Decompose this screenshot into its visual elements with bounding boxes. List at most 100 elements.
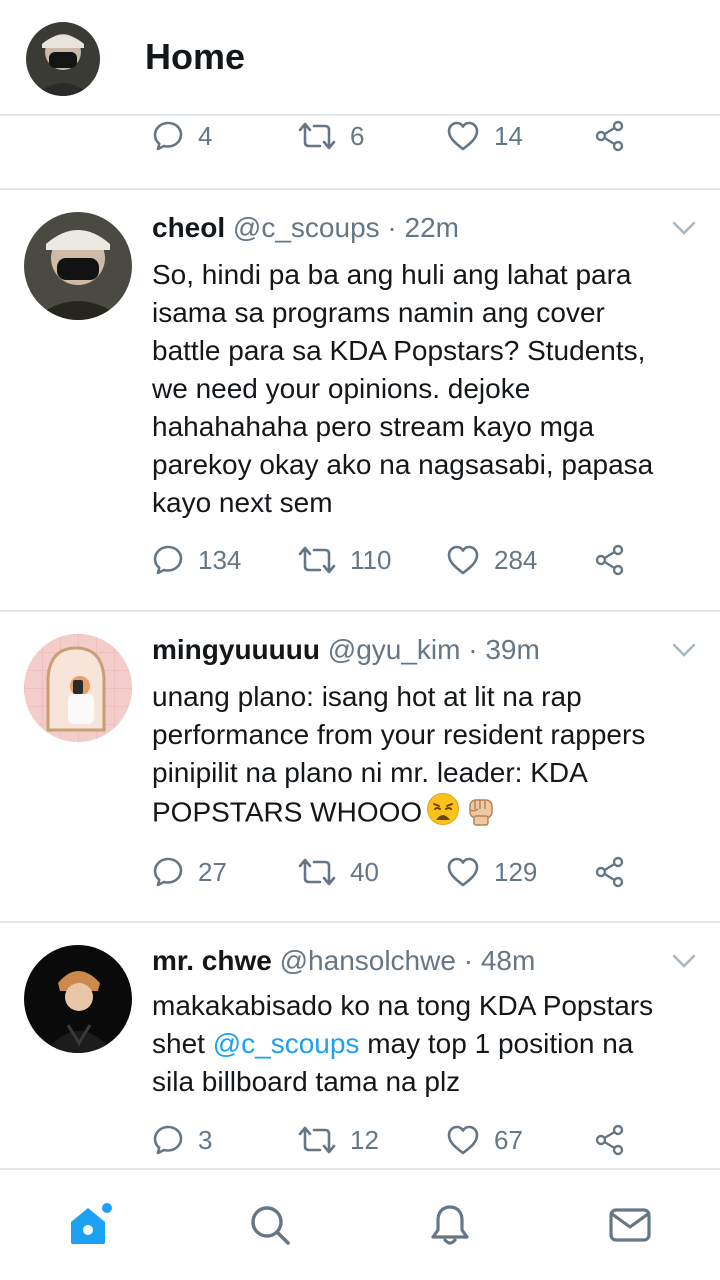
tweet-text: So, hindi pa ba ang huli ang lahat para … <box>152 256 697 522</box>
tweet-actions: 4 6 14 <box>0 106 720 166</box>
retweet-button[interactable]: 40 <box>298 842 379 902</box>
reply-button[interactable]: 4 <box>152 106 212 166</box>
page-title: Home <box>145 36 246 77</box>
text-line: hahahahaha pero stream kayo mga <box>152 411 595 442</box>
like-button[interactable]: 67 <box>446 1110 523 1170</box>
top-app-bar: Home <box>0 0 720 116</box>
notifications-icon <box>431 1205 469 1245</box>
retweet-icon <box>298 1126 336 1154</box>
divider <box>0 188 720 190</box>
reply-button[interactable]: 3 <box>152 1110 212 1170</box>
avatar[interactable] <box>24 634 132 742</box>
tweet-text: makakabisado ko na tong KDA Popstars she… <box>152 987 697 1101</box>
chevron-down-icon <box>672 221 696 235</box>
nav-home[interactable] <box>0 1170 180 1280</box>
username: @gyu_kim <box>327 634 461 665</box>
text-line: POPSTARS WHOOO <box>152 792 697 836</box>
reply-icon <box>153 121 183 151</box>
like-icon <box>447 121 479 151</box>
retweet-count: 40 <box>350 856 379 887</box>
retweet-count: 12 <box>350 1124 379 1155</box>
reply-icon <box>153 857 183 887</box>
text-line: sila billboard tama na plz <box>152 1066 461 1097</box>
retweet-button[interactable]: 110 <box>298 530 391 590</box>
separator: · <box>455 945 481 976</box>
reply-count: 4 <box>198 120 213 151</box>
like-count: 129 <box>494 856 538 887</box>
avatar[interactable] <box>24 945 132 1053</box>
text-fragment: may top 1 position na <box>367 1028 634 1059</box>
text-line: parekoy okay ako na nagsasabi, papasa <box>152 449 654 480</box>
mention-link[interactable]: @c_scoups <box>213 1028 360 1059</box>
text-fragment: shet <box>152 1028 205 1059</box>
display-name[interactable]: cheol <box>152 212 225 243</box>
share-icon <box>595 856 624 888</box>
nav-messages[interactable] <box>540 1170 720 1280</box>
tweet-menu-button[interactable] <box>670 218 698 243</box>
weary-face-emoji <box>426 792 460 836</box>
timestamp: 48m <box>480 945 536 976</box>
retweet-count: 6 <box>350 120 365 151</box>
like-icon <box>447 857 479 887</box>
like-button[interactable]: 284 <box>446 530 537 590</box>
bottom-navigation <box>0 1168 720 1280</box>
home-icon <box>71 1203 112 1244</box>
share-icon <box>595 544 624 576</box>
reply-button[interactable]: 134 <box>152 530 241 590</box>
tweet-header: cheol @c_scoups · 22m <box>152 208 459 248</box>
tweet-actions: 3 12 67 <box>0 1110 720 1170</box>
tweet-menu-button[interactable] <box>670 951 698 976</box>
chevron-down-icon <box>672 954 696 968</box>
text-line: performance from your resident rappers <box>152 719 646 750</box>
retweet-icon <box>298 546 336 574</box>
chevron-down-icon <box>672 643 696 657</box>
username: @c_scoups <box>232 212 380 243</box>
share-button[interactable] <box>594 1110 626 1170</box>
share-icon <box>595 1124 624 1156</box>
text-line: pinipilit na plano ni mr. leader: KDA <box>152 757 588 788</box>
like-button[interactable]: 129 <box>446 842 537 902</box>
text-line: So, hindi pa ba ang huli ang lahat para <box>152 259 632 290</box>
display-name[interactable]: mr. chwe <box>152 945 272 976</box>
reply-count: 27 <box>198 856 227 887</box>
like-count: 14 <box>494 120 523 151</box>
share-icon <box>595 120 624 152</box>
search-icon <box>251 1206 290 1245</box>
tweet-actions: 27 40 129 <box>0 842 720 902</box>
tweet-text: unang plano: isang hot at lit na rap per… <box>152 678 697 836</box>
text-line: we need your opinions. dejoke <box>152 373 531 404</box>
nav-search[interactable] <box>180 1170 360 1280</box>
like-count: 67 <box>494 1124 523 1155</box>
display-name[interactable]: mingyuuuuu <box>152 634 320 665</box>
share-button[interactable] <box>594 106 626 166</box>
retweet-button[interactable]: 12 <box>298 1110 379 1170</box>
like-icon <box>447 545 479 575</box>
divider <box>0 610 720 612</box>
retweet-icon <box>298 858 336 886</box>
nav-notifications[interactable] <box>360 1170 540 1280</box>
profile-avatar[interactable] <box>26 22 100 96</box>
avatar[interactable] <box>24 212 132 320</box>
text-line: battle para sa KDA Popstars? Students, <box>152 335 646 366</box>
tweet-menu-button[interactable] <box>670 640 698 665</box>
timestamp: 22m <box>404 212 459 243</box>
username: @hansolchwe <box>279 945 456 976</box>
tweet-header: mr. chwe @hansolchwe · 48m <box>152 941 535 981</box>
retweet-icon <box>298 122 336 150</box>
reply-count: 134 <box>198 544 242 575</box>
like-button[interactable]: 14 <box>446 106 523 166</box>
tweet-header: mingyuuuuu @gyu_kim · 39m <box>152 630 540 670</box>
reply-count: 3 <box>198 1124 213 1155</box>
text-line: shet @c_scoups may top 1 position na <box>152 1025 697 1063</box>
timestamp: 39m <box>485 634 540 665</box>
retweet-count: 110 <box>350 544 392 575</box>
share-button[interactable] <box>594 842 626 902</box>
divider <box>0 921 720 923</box>
retweet-button[interactable]: 6 <box>298 106 364 166</box>
text-fragment: POPSTARS WHOOO <box>152 796 423 828</box>
messages-icon <box>609 1208 651 1242</box>
share-button[interactable] <box>594 530 626 590</box>
separator: · <box>379 212 405 243</box>
reply-button[interactable]: 27 <box>152 842 227 902</box>
reply-icon <box>153 1125 183 1155</box>
